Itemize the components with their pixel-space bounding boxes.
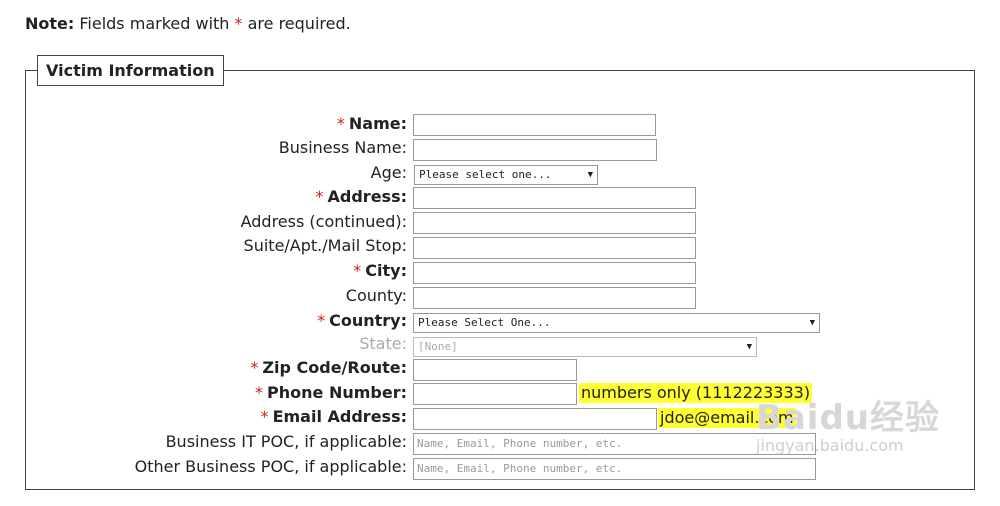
county-label: County: (345, 286, 407, 305)
age-select[interactable]: Please select one... ▼ (414, 165, 598, 185)
city-input[interactable] (413, 262, 696, 284)
business-name-input[interactable] (413, 139, 657, 161)
email-input[interactable] (413, 408, 657, 430)
city-label: * City: (353, 261, 407, 280)
age-label: Age: (370, 163, 407, 182)
address-input[interactable] (413, 187, 696, 209)
note-text-before: Fields marked with (79, 14, 230, 33)
other-poc-input[interactable]: Name, Email, Phone number, etc. (413, 458, 816, 480)
section-title: Victim Information (37, 55, 224, 86)
watermark-logo: Baidu经验 (755, 398, 940, 438)
business-name-label: Business Name: (278, 138, 407, 157)
phone-input[interactable] (413, 383, 577, 405)
phone-label: * Phone Number: (255, 383, 407, 402)
state-label: State: (359, 334, 407, 353)
country-select[interactable]: Please Select One... ▼ (413, 313, 820, 333)
name-input[interactable] (413, 114, 656, 136)
it-poc-label: Business IT POC, if applicable: (165, 432, 407, 451)
address-label: * Address: (315, 187, 407, 206)
baidu-watermark: Baidu经验 jingyan.baidu.com (756, 400, 940, 455)
county-input[interactable] (413, 287, 696, 309)
email-label: * Email Address: (260, 407, 407, 426)
chevron-down-icon: ▼ (746, 342, 752, 352)
required-marker: * (234, 14, 243, 33)
suite-label: Suite/Apt./Mail Stop: (243, 236, 407, 255)
note-text-after: are required. (247, 14, 351, 33)
chevron-down-icon: ▼ (587, 170, 593, 180)
state-select[interactable]: [None] ▼ (413, 337, 757, 357)
zip-label: * Zip Code/Route: (250, 358, 407, 377)
other-poc-label: Other Business POC, if applicable: (134, 457, 407, 476)
watermark-url: jingyan.baidu.com (755, 436, 904, 455)
country-label: * Country: (317, 311, 407, 330)
required-note: Note: Fields marked with * are required. (25, 14, 351, 33)
suite-input[interactable] (413, 237, 696, 259)
zip-input[interactable] (413, 359, 577, 381)
address-continued-input[interactable] (413, 212, 696, 234)
address-continued-label: Address (continued): (240, 212, 407, 231)
chevron-down-icon: ▼ (809, 318, 815, 328)
note-prefix: Note: (25, 14, 75, 33)
name-label: * Name: (336, 114, 407, 133)
